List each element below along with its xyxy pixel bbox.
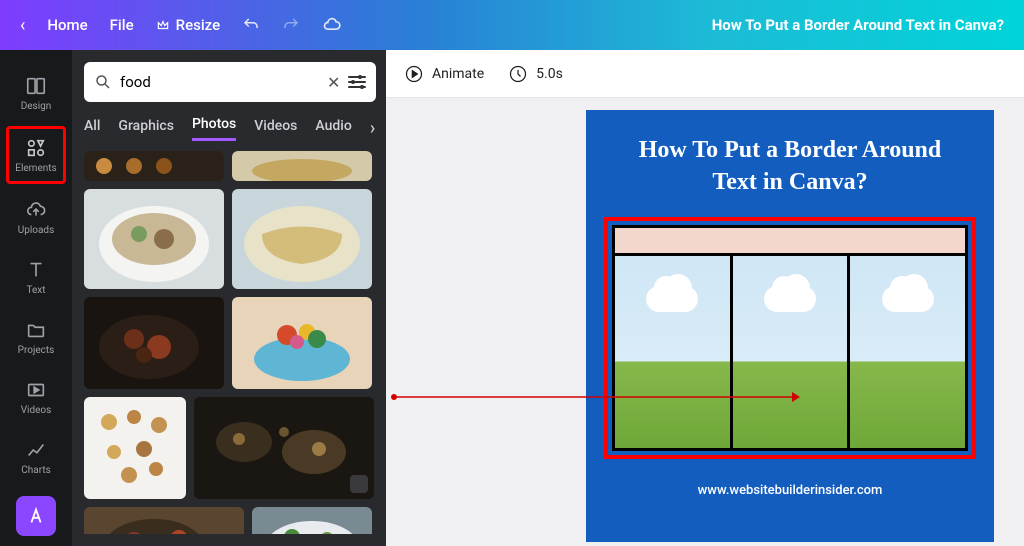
rail-label: Design <box>21 101 52 112</box>
collage-cell <box>847 256 965 448</box>
projects-icon <box>25 319 47 341</box>
photo-thumb[interactable] <box>232 297 372 389</box>
animate-button[interactable]: Animate <box>404 64 484 84</box>
rail-charts[interactable]: Charts <box>6 428 66 486</box>
text-icon <box>25 259 47 281</box>
undo-icon[interactable] <box>242 16 260 34</box>
photo-thumb[interactable] <box>232 189 372 289</box>
collage-element[interactable] <box>612 225 968 451</box>
rail-text[interactable]: Text <box>6 248 66 306</box>
redo-icon[interactable] <box>282 16 300 34</box>
filter-icon[interactable] <box>348 76 366 88</box>
uploads-icon <box>25 199 47 221</box>
search-input[interactable] <box>120 73 319 91</box>
home-menu[interactable]: Home <box>47 16 87 34</box>
file-menu[interactable]: File <box>110 16 134 34</box>
annotation-border <box>604 217 976 459</box>
collage-row <box>615 256 965 448</box>
rail-label: Videos <box>21 405 52 416</box>
app-header: ‹ Home File Resize How To Put a Border A… <box>0 0 1024 50</box>
tab-photos[interactable]: Photos <box>192 116 236 141</box>
rail-projects[interactable]: Projects <box>6 308 66 366</box>
elements-icon <box>25 137 47 159</box>
annotation-arrow <box>392 388 800 390</box>
duration-label: 5.0s <box>536 66 563 82</box>
animate-label: Animate <box>432 66 484 82</box>
tab-audio[interactable]: Audio <box>315 118 351 140</box>
tab-graphics[interactable]: Graphics <box>118 118 174 140</box>
rail-label: Charts <box>21 465 51 476</box>
rail-elements[interactable]: Elements <box>6 126 66 184</box>
left-rail: Design Elements Uploads Text Projects Vi… <box>0 50 72 546</box>
resize-menu[interactable]: Resize <box>156 16 220 34</box>
photo-thumb[interactable] <box>84 297 224 389</box>
design-footer-text[interactable]: www.websitebuilderinsider.com <box>604 483 976 498</box>
charts-icon <box>25 439 47 461</box>
photo-thumb[interactable] <box>252 507 372 534</box>
rail-design[interactable]: Design <box>6 64 66 122</box>
crown-icon <box>156 18 170 32</box>
search-row: ✕ <box>84 62 374 102</box>
animate-icon <box>404 64 424 84</box>
tab-all[interactable]: All <box>84 118 100 140</box>
search-box[interactable]: ✕ <box>84 62 376 102</box>
rail-apps[interactable] <box>16 496 56 536</box>
panel-tabs: All Graphics Photos Videos Audio › <box>84 116 374 141</box>
photo-thumb[interactable] <box>232 151 372 181</box>
tab-videos[interactable]: Videos <box>254 118 297 140</box>
photo-thumb[interactable] <box>84 397 186 499</box>
document-title[interactable]: How To Put a Border Around Text in Canva… <box>712 16 1004 34</box>
design-icon <box>25 75 47 97</box>
rail-uploads[interactable]: Uploads <box>6 188 66 246</box>
font-icon <box>25 505 47 527</box>
rail-label: Projects <box>18 345 55 356</box>
rail-label: Text <box>26 285 45 296</box>
canvas-area: Animate 5.0s How To Put a Border Around … <box>386 50 1024 546</box>
photo-grid <box>84 151 374 534</box>
collage-cell <box>730 256 848 448</box>
back-chevron-icon[interactable]: ‹ <box>20 15 25 36</box>
rail-label: Elements <box>15 163 56 174</box>
elements-panel: ✕ All Graphics Photos Videos Audio › <box>72 50 386 546</box>
resize-label: Resize <box>176 16 220 34</box>
photo-thumb[interactable] <box>84 151 224 181</box>
collage-header <box>615 228 965 256</box>
main-layout: Design Elements Uploads Text Projects Vi… <box>0 50 1024 546</box>
design-canvas[interactable]: How To Put a Border Around Text in Canva… <box>586 110 994 542</box>
cloud-sync-icon[interactable] <box>322 15 342 35</box>
duration-button[interactable]: 5.0s <box>508 64 563 84</box>
rail-label: Uploads <box>18 225 54 236</box>
clear-icon[interactable]: ✕ <box>327 73 340 92</box>
canvas-toolbar: Animate 5.0s <box>386 50 1024 98</box>
photo-thumb[interactable] <box>194 397 374 499</box>
design-title-text[interactable]: How To Put a Border Around Text in Canva… <box>604 134 976 199</box>
tabs-more-icon[interactable]: › <box>370 118 375 139</box>
rail-videos[interactable]: Videos <box>6 368 66 426</box>
photo-thumb[interactable] <box>84 507 244 534</box>
collage-cell <box>615 256 730 448</box>
clock-icon <box>508 64 528 84</box>
photo-thumb[interactable] <box>84 189 224 289</box>
videos-icon <box>25 379 47 401</box>
search-icon <box>94 73 112 91</box>
